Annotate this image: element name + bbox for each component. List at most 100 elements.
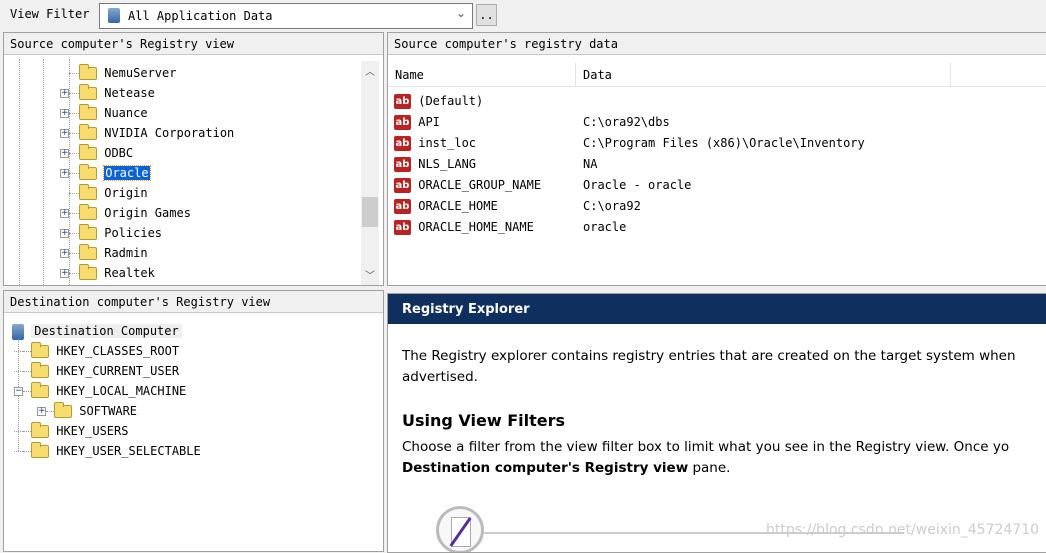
expand-icon[interactable]: + — [60, 129, 69, 138]
help-intro-2: advertised. — [402, 369, 478, 385]
scroll-up-icon[interactable]: ︿ — [365, 63, 375, 78]
string-value-icon: ab — [394, 157, 411, 172]
tree-item[interactable]: + NVIDIA Corporation — [60, 123, 234, 143]
tree-item[interactable]: + Origin Games — [60, 203, 191, 223]
source-tree-header: Source computer's Registry view — [4, 33, 383, 55]
notepad-icon — [436, 506, 484, 552]
folder-icon — [79, 64, 97, 80]
folder-icon — [79, 144, 97, 160]
column-header-data[interactable]: Data — [583, 68, 612, 82]
view-filter-value: All Application Data — [128, 9, 273, 23]
string-value-icon: ab — [394, 136, 411, 151]
help-bold-term: Destination computer's Registry view — [402, 460, 689, 476]
table-row[interactable]: ab ORACLE_HOME C:\ora92 — [394, 196, 1044, 216]
view-filter-label: View Filter — [10, 7, 90, 21]
tree-item-label: Origin Games — [104, 206, 191, 220]
tree-item[interactable]: + Radmin — [60, 243, 148, 263]
tree-item[interactable]: + Netease — [60, 83, 155, 103]
expand-icon[interactable]: + — [60, 109, 69, 118]
browse-button[interactable]: .. — [476, 4, 497, 26]
tree-item-label: HKEY_USER_SELECTABLE — [56, 444, 201, 458]
table-row[interactable]: ab NLS_LANG NA — [394, 154, 1044, 174]
source-registry-pane: Source computer's Registry view NemuServ… — [3, 32, 384, 286]
tree-item[interactable]: + Policies — [60, 223, 162, 243]
string-value-icon: ab — [394, 94, 411, 109]
folder-icon — [31, 342, 49, 358]
tree-item-label: NemuServer — [104, 66, 177, 80]
help-pane: Registry Explorer The Registry explorer … — [387, 293, 1046, 553]
folder-icon — [79, 84, 97, 100]
value-name: ORACLE_HOME_NAME — [418, 220, 534, 234]
tree-item[interactable]: HKEY_CURRENT_USER — [14, 361, 179, 381]
value-name: NLS_LANG — [418, 157, 477, 171]
tree-item-label: Nuance — [104, 106, 148, 120]
view-filter-dropdown[interactable]: All Application Data ⌄ — [99, 3, 473, 29]
tree-item-label: Oracle — [103, 165, 151, 181]
tree-root-destination[interactable]: Destination Computer — [12, 321, 182, 341]
string-value-icon: ab — [394, 178, 411, 193]
tree-item[interactable]: Origin — [60, 183, 148, 203]
table-row[interactable]: ab API C:\ora92\dbs — [394, 112, 1044, 132]
table-row[interactable]: ab inst_loc C:\Program Files (x86)\Oracle… — [394, 133, 1044, 153]
expand-icon[interactable]: + — [60, 269, 69, 278]
tree-item[interactable]: − HKEY_LOCAL_MACHINE — [14, 381, 186, 401]
tree-item-label: Origin — [104, 186, 148, 200]
folder-icon — [79, 184, 97, 200]
tree-item-label: NVIDIA Corporation — [104, 126, 235, 140]
string-value-icon: ab — [394, 115, 411, 130]
value-name: ORACLE_HOME — [418, 199, 498, 213]
expand-icon[interactable]: + — [37, 407, 46, 416]
value-name: API — [418, 115, 440, 129]
help-paragraph: Choose a filter from the view filter box… — [402, 439, 1010, 455]
chevron-down-icon[interactable]: ⌄ — [456, 6, 466, 20]
expand-icon[interactable]: + — [60, 149, 69, 158]
expand-icon[interactable]: + — [60, 169, 69, 178]
tree-item-label: Policies — [104, 226, 163, 240]
folder-icon — [79, 104, 97, 120]
folder-icon — [31, 362, 49, 378]
tree-item[interactable]: + Nuance — [60, 103, 148, 123]
folder-icon — [31, 422, 49, 438]
value-name: (Default) — [418, 94, 484, 108]
value-name: inst_loc — [418, 136, 477, 150]
value-data: NA — [583, 157, 598, 171]
expand-icon[interactable]: + — [60, 229, 69, 238]
help-heading: Using View Filters — [402, 411, 566, 430]
folder-icon — [79, 244, 97, 260]
tree-item-label: HKEY_LOCAL_MACHINE — [56, 384, 187, 398]
folder-icon — [31, 382, 49, 398]
tree-item[interactable]: HKEY_CLASSES_ROOT — [14, 341, 179, 361]
string-value-icon: ab — [394, 199, 411, 214]
table-row[interactable]: ab ORACLE_HOME_NAME oracle — [394, 217, 1044, 237]
tree-item[interactable]: HKEY_USERS — [14, 421, 128, 441]
column-header-name[interactable]: Name — [395, 68, 424, 82]
table-row[interactable]: ab ORACLE_GROUP_NAME Oracle - oracle — [394, 175, 1044, 195]
tree-item-label: Netease — [104, 86, 155, 100]
source-tree-scrollbar[interactable]: ︿ ﹀ — [361, 61, 379, 285]
scroll-down-icon[interactable]: ﹀ — [365, 267, 375, 282]
folder-icon — [79, 204, 97, 220]
tree-item[interactable]: + SOFTWARE — [37, 401, 137, 421]
expand-icon[interactable]: + — [60, 249, 69, 258]
folder-icon — [79, 264, 97, 280]
tree-item-label: HKEY_CURRENT_USER — [56, 364, 180, 378]
value-data: oracle — [583, 220, 627, 234]
tree-item-label: ODBC — [104, 146, 134, 160]
value-name: ORACLE_GROUP_NAME — [418, 178, 542, 192]
destination-tree-header: Destination computer's Registry view — [4, 291, 383, 313]
computer-icon — [108, 8, 120, 23]
tree-item[interactable]: + ODBC — [60, 143, 133, 163]
tree-item[interactable]: HKEY_USER_SELECTABLE — [14, 441, 201, 461]
value-data: Oracle - oracle — [583, 178, 692, 192]
tree-item[interactable]: NemuServer — [60, 63, 176, 83]
expand-icon[interactable]: + — [60, 89, 69, 98]
table-row[interactable]: ab (Default) — [394, 91, 1044, 111]
collapse-icon[interactable]: − — [14, 387, 23, 396]
scrollbar-thumb[interactable] — [362, 197, 378, 227]
tree-item[interactable]: + Oracle — [60, 163, 151, 183]
expand-icon[interactable]: + — [60, 209, 69, 218]
tree-item[interactable]: + Realtek — [60, 263, 155, 283]
folder-icon — [79, 124, 97, 140]
computer-icon — [12, 323, 24, 340]
string-value-icon: ab — [394, 220, 411, 235]
